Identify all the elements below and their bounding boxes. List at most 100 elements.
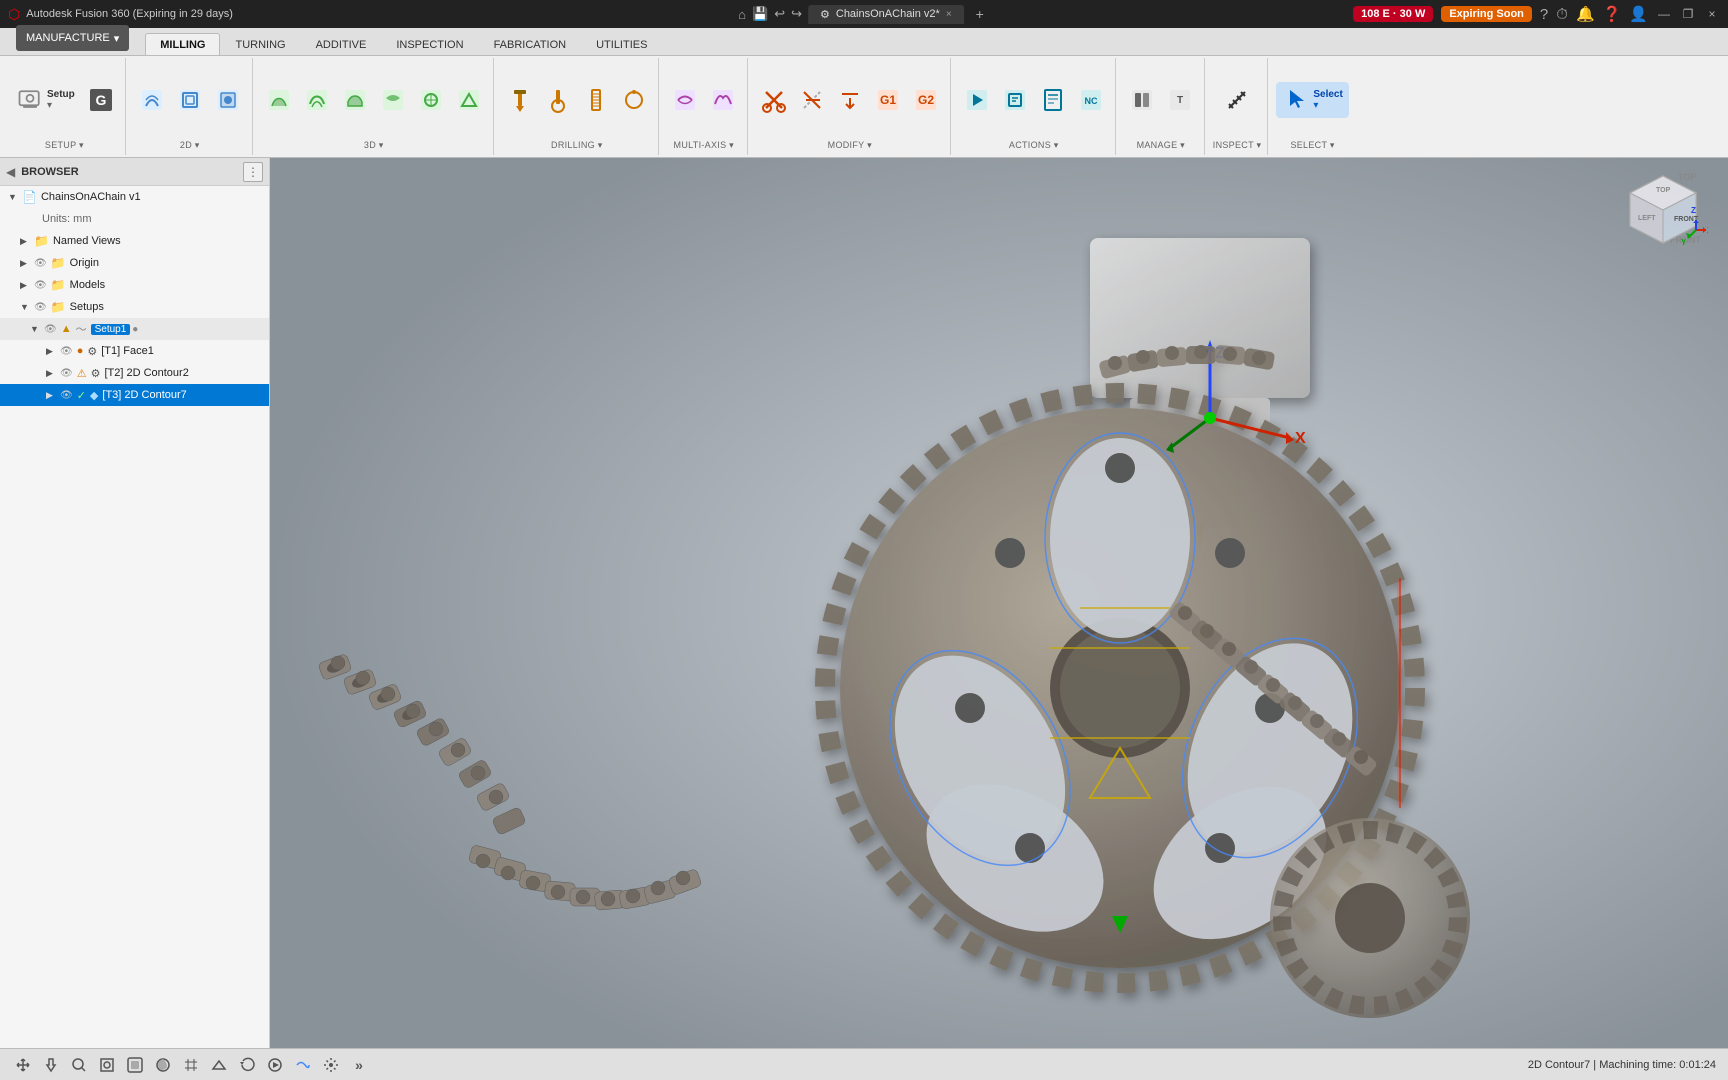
3d-extra-icon — [379, 86, 407, 114]
setup-g-icon: G — [87, 86, 115, 114]
pocket-icon — [214, 86, 242, 114]
circular-icon — [620, 86, 648, 114]
setups-chevron: ▼ — [20, 302, 34, 312]
3d-contour-button[interactable] — [299, 83, 335, 117]
nc-program-button[interactable]: NC — [1073, 83, 1109, 117]
tree-t1[interactable]: ▶ 👁 ● ⚙ [T1] Face1 — [0, 340, 269, 362]
tree-origin[interactable]: ▶ 👁 📁 Origin — [0, 252, 269, 274]
home-icon[interactable]: ⌂ — [738, 7, 746, 22]
shading-button[interactable] — [152, 1054, 174, 1076]
3d-extra2-button[interactable] — [413, 83, 449, 117]
manufacture-dropdown[interactable]: MANUFACTURE ▾ — [16, 25, 129, 51]
named-views-chevron: ▶ — [20, 236, 34, 247]
doc-button[interactable]: T — [1162, 83, 1198, 117]
tab-utilities[interactable]: UTILITIES — [581, 33, 662, 55]
contour-button[interactable] — [172, 83, 208, 117]
modify-extend-button[interactable] — [832, 83, 868, 117]
toolpath-button[interactable] — [292, 1054, 314, 1076]
3d-extra3-button[interactable] — [451, 83, 487, 117]
time-icon[interactable]: ⏱ — [1556, 6, 1568, 23]
settings-button[interactable] — [320, 1054, 342, 1076]
setup-g-button[interactable]: G — [83, 83, 119, 117]
viewport[interactable]: Z X — [270, 158, 1728, 1048]
tab-additive[interactable]: ADDITIVE — [301, 33, 382, 55]
select-icon — [1282, 86, 1310, 114]
zoom-extend-button[interactable] — [96, 1054, 118, 1076]
pocket-button[interactable] — [210, 83, 246, 117]
adaptive-clearing-button[interactable] — [134, 83, 170, 117]
modify-group: G1 G2 MODIFY ▾ — [750, 58, 951, 155]
select-label: Select — [1313, 89, 1342, 100]
file-tab[interactable]: ⚙ ChainsOnAChain v2* × — [808, 5, 964, 24]
maximize-button[interactable]: ❐ — [1680, 6, 1696, 22]
thread-button[interactable] — [578, 83, 614, 117]
drilling-group: DRILLING ▾ — [496, 58, 659, 155]
t2-eye-icon: 👁 — [60, 368, 73, 379]
tree-setups[interactable]: ▼ 👁 📁 Setups — [0, 296, 269, 318]
modify-trim-icon — [798, 86, 826, 114]
move-tool-button[interactable] — [12, 1054, 34, 1076]
close-button[interactable]: × — [1704, 6, 1720, 22]
rotate-button[interactable] — [236, 1054, 258, 1076]
tab-milling[interactable]: MILLING — [145, 33, 220, 55]
root-label: ChainsOnAChain v1 — [41, 191, 269, 203]
grid-button[interactable] — [180, 1054, 202, 1076]
tool-library-button[interactable] — [1124, 83, 1160, 117]
simulation-button[interactable] — [264, 1054, 286, 1076]
help-circle-icon[interactable]: ? — [1540, 6, 1548, 23]
help-icon[interactable]: ❓ — [1603, 5, 1622, 23]
measure-button[interactable] — [1219, 83, 1255, 117]
tree-setup1[interactable]: ▼ 👁 ▲ 〜 Setup1 ● — [0, 318, 269, 340]
modify-trim-button[interactable] — [794, 83, 830, 117]
setup-button[interactable]: Setup ▾ — [10, 82, 81, 118]
multi-axis-button1[interactable] — [667, 83, 703, 117]
multi-axis-button2[interactable] — [705, 83, 741, 117]
file-tab-close[interactable]: × — [946, 9, 952, 20]
modify-extra2-button[interactable]: G2 — [908, 83, 944, 117]
save-icon[interactable]: 💾 — [752, 6, 768, 22]
setup-sheet-icon — [1039, 86, 1067, 114]
drill-button[interactable] — [502, 83, 538, 117]
tab-inspection[interactable]: INSPECTION — [381, 33, 478, 55]
circular-button[interactable] — [616, 83, 652, 117]
more-button[interactable]: » — [348, 1054, 370, 1076]
tree-t3[interactable]: ▶ 👁 ✓ ◆ [T3] 2D Contour7 — [0, 384, 269, 406]
post-button[interactable] — [997, 83, 1033, 117]
minimize-button[interactable]: — — [1656, 6, 1672, 22]
view-cube[interactable]: TOP LEFT FRONT TOP LEFT FRONT X — [1618, 168, 1708, 258]
browser-settings-button[interactable]: ⋮ — [243, 162, 263, 182]
t3-label: [T3] 2D Contour7 — [102, 389, 269, 401]
tab-fabrication[interactable]: FABRICATION — [479, 33, 582, 55]
svg-text:T: T — [1177, 95, 1183, 106]
setup-sheet-button[interactable] — [1035, 83, 1071, 117]
user-avatar[interactable]: 👤 — [1629, 5, 1648, 23]
browser-collapse-button[interactable]: ◀ — [6, 165, 15, 179]
simulate-button[interactable] — [959, 83, 995, 117]
modify-cut-button[interactable] — [756, 83, 792, 117]
3d-pocket-button[interactable] — [337, 83, 373, 117]
notifications-icon[interactable]: 🔔 — [1576, 5, 1595, 23]
tree-named-views[interactable]: ▶ 📁 Named Views — [0, 230, 269, 252]
undo-icon[interactable]: ↩ — [774, 6, 785, 22]
zoom-tool-button[interactable] — [68, 1054, 90, 1076]
pan-tool-button[interactable] — [40, 1054, 62, 1076]
tree-units[interactable]: ▶ Units: mm — [0, 208, 269, 230]
tree-root[interactable]: ▼ 📄 ChainsOnAChain v1 — [0, 186, 269, 208]
3d-group: 3D ▾ — [255, 58, 494, 155]
new-tab-button[interactable]: + — [970, 6, 990, 22]
display-mode-button[interactable] — [124, 1054, 146, 1076]
3d-adaptive-button[interactable] — [261, 83, 297, 117]
tree-t2[interactable]: ▶ 👁 ⚠ ⚙ [T2] 2D Contour2 — [0, 362, 269, 384]
select-button[interactable]: Select ▾ — [1276, 82, 1348, 118]
origin-chevron: ▶ — [20, 258, 34, 269]
perspective-button[interactable] — [208, 1054, 230, 1076]
bore-button[interactable] — [540, 83, 576, 117]
tree-models[interactable]: ▶ 👁 📁 Models — [0, 274, 269, 296]
power-pill[interactable]: 108 E · 30 W — [1353, 6, 1433, 22]
setup-chevron: ▾ — [47, 100, 75, 111]
modify-extra-button[interactable]: G1 — [870, 83, 906, 117]
tab-turning[interactable]: TURNING — [220, 33, 300, 55]
expiry-pill[interactable]: Expiring Soon — [1441, 6, 1532, 22]
3d-extra-button[interactable] — [375, 83, 411, 117]
redo-icon[interactable]: ↪ — [791, 6, 802, 22]
